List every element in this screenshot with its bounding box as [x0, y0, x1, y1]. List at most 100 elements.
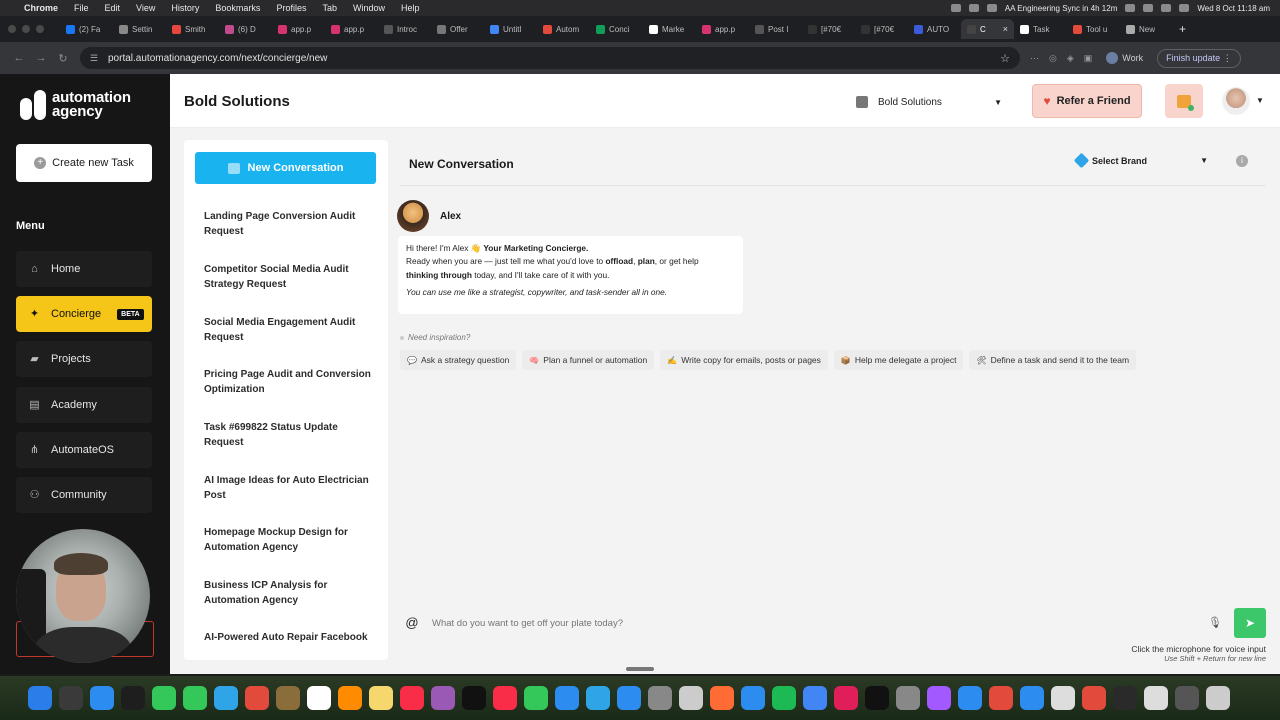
browser-tab[interactable]: Untitl: [484, 19, 537, 39]
select-brand-dropdown[interactable]: Select Brand ▼: [1073, 152, 1208, 169]
dock-app-icon[interactable]: [90, 686, 114, 710]
conversation-item[interactable]: Pricing Page Audit and Conversion Optimi…: [204, 367, 374, 397]
sidebar-item-automateos[interactable]: ⋔ AutomateOS: [16, 432, 152, 468]
dock-app-icon[interactable]: [648, 686, 672, 710]
info-icon[interactable]: i: [1236, 155, 1248, 167]
automation-agency-logo[interactable]: automation agency: [20, 90, 131, 120]
browser-tab[interactable]: (2) Fa: [60, 19, 113, 39]
dock-app-icon[interactable]: [679, 686, 703, 710]
conversation-item[interactable]: AI Image Ideas for Auto Electrician Post: [204, 473, 374, 503]
zoom-window-icon[interactable]: [36, 25, 44, 33]
suggestion-chip[interactable]: ✍ Write copy for emails, posts or pages: [660, 350, 828, 370]
conversation-item[interactable]: Business ICP Analysis for Automation Age…: [204, 578, 374, 608]
dock-app-icon[interactable]: [59, 686, 83, 710]
browser-tab[interactable]: Offer: [431, 19, 484, 39]
browser-tab[interactable]: Introc: [378, 19, 431, 39]
dock-app-icon[interactable]: [927, 686, 951, 710]
suggestion-chip[interactable]: 📦 Help me delegate a project: [833, 350, 964, 370]
sidebar-item-academy[interactable]: ▤ Academy: [16, 387, 152, 423]
browser-tab[interactable]: Settin: [113, 19, 166, 39]
conversation-item[interactable]: Landing Page Conversion Audit Request: [204, 209, 374, 239]
dock-app-icon[interactable]: [338, 686, 362, 710]
attachment-icon[interactable]: @: [404, 615, 420, 631]
refer-a-friend-button[interactable]: ♥ Refer a Friend: [1032, 84, 1142, 118]
calendar-event[interactable]: AA Engineering Sync in 4h 12m: [1005, 4, 1118, 13]
reload-icon[interactable]: ↻: [52, 52, 74, 65]
menu-edit[interactable]: Edit: [105, 3, 121, 13]
dock-app-icon[interactable]: [121, 686, 145, 710]
brand-dropdown[interactable]: Bold Solutions ▼: [856, 91, 1002, 113]
dock-app-icon[interactable]: [493, 686, 517, 710]
user-avatar[interactable]: [1222, 87, 1250, 115]
site-info-icon[interactable]: ☰: [90, 53, 100, 63]
dock-app-icon[interactable]: [307, 686, 331, 710]
dock-app-icon[interactable]: [28, 686, 52, 710]
dock-app-icon[interactable]: [710, 686, 734, 710]
dock-app-icon[interactable]: [369, 686, 393, 710]
dock-app-icon[interactable]: [555, 686, 579, 710]
dock-app-icon[interactable]: [865, 686, 889, 710]
menu-help[interactable]: Help: [401, 3, 420, 13]
conversation-item[interactable]: Task #699822 Status Update Request: [204, 420, 374, 450]
browser-tab[interactable]: [#70€: [855, 19, 908, 39]
status-icon[interactable]: [968, 4, 979, 12]
dock-app-icon[interactable]: [431, 686, 455, 710]
menu-window[interactable]: Window: [353, 3, 385, 13]
browser-tab[interactable]: C ×: [961, 19, 1014, 39]
bookmark-star-icon[interactable]: ☆: [1000, 52, 1010, 65]
conversation-item[interactable]: AI-Powered Auto Repair Facebook: [204, 630, 374, 645]
sidebar-item-projects[interactable]: ▰ Projects: [16, 341, 152, 377]
conversation-item[interactable]: Homepage Mockup Design for Automation Ag…: [204, 525, 374, 555]
menu-file[interactable]: File: [74, 3, 89, 13]
dock-app-icon[interactable]: [617, 686, 641, 710]
dock-app-icon[interactable]: [958, 686, 982, 710]
dock-app-icon[interactable]: [524, 686, 548, 710]
dock-app-icon[interactable]: [1175, 686, 1199, 710]
dock-app-icon[interactable]: [183, 686, 207, 710]
extension-icon[interactable]: ◈: [1067, 53, 1074, 64]
dock-app-icon[interactable]: [400, 686, 424, 710]
suggestion-chip[interactable]: 🧠 Plan a funnel or automation: [522, 350, 655, 370]
browser-tab[interactable]: Autom: [537, 19, 590, 39]
finish-update-button[interactable]: Finish update ⋮: [1157, 48, 1241, 68]
sidebar-item-concierge[interactable]: ✦ Concierge BETA: [16, 296, 152, 332]
browser-tab[interactable]: New: [1120, 19, 1173, 39]
browser-tab[interactable]: app.p: [272, 19, 325, 39]
message-input[interactable]: [432, 610, 1202, 636]
close-tab-icon[interactable]: ×: [1003, 24, 1008, 34]
send-button[interactable]: ➤: [1234, 608, 1266, 638]
dock-app-icon[interactable]: [245, 686, 269, 710]
browser-tab[interactable]: Smith: [166, 19, 219, 39]
menu-app-name[interactable]: Chrome: [24, 3, 58, 13]
new-conversation-button[interactable]: New Conversation: [195, 152, 376, 184]
dock-app-icon[interactable]: [214, 686, 238, 710]
extension-icon[interactable]: ⋯: [1030, 53, 1039, 64]
menu-profiles[interactable]: Profiles: [276, 3, 306, 13]
dock-app-icon[interactable]: [462, 686, 486, 710]
menubar-clock[interactable]: Wed 8 Oct 11:18 am: [1197, 4, 1270, 13]
browser-tab[interactable]: AUTO: [908, 19, 961, 39]
browser-tab[interactable]: Conci: [590, 19, 643, 39]
dock-app-icon[interactable]: [1144, 686, 1168, 710]
conversation-item[interactable]: Social Media Engagement Audit Request: [204, 315, 374, 345]
menu-tab[interactable]: Tab: [322, 3, 337, 13]
dock-app-icon[interactable]: [1206, 686, 1230, 710]
new-tab-icon[interactable]: +: [1179, 22, 1186, 36]
dock-app-icon[interactable]: [989, 686, 1013, 710]
menu-bookmarks[interactable]: Bookmarks: [215, 3, 260, 13]
dock-app-icon[interactable]: [276, 686, 300, 710]
dock-app-icon[interactable]: [896, 686, 920, 710]
suggestion-chip[interactable]: 🛠 Define a task and send it to the team: [969, 350, 1137, 370]
browser-tab[interactable]: Marke: [643, 19, 696, 39]
forward-icon[interactable]: →: [30, 52, 52, 64]
sidebar-item-community[interactable]: ⚇ Community: [16, 477, 152, 513]
sidebar-item-home[interactable]: ⌂ Home: [16, 251, 152, 287]
create-new-task-button[interactable]: + Create new Task: [16, 144, 152, 182]
dock-app-icon[interactable]: [803, 686, 827, 710]
dock-app-icon[interactable]: [1051, 686, 1075, 710]
profile-button[interactable]: Work: [1106, 52, 1143, 64]
close-window-icon[interactable]: [8, 25, 16, 33]
extension-icon[interactable]: ◎: [1049, 53, 1057, 64]
menu-view[interactable]: View: [136, 3, 155, 13]
conversation-item[interactable]: Competitor Social Media Audit Strategy R…: [204, 262, 374, 292]
